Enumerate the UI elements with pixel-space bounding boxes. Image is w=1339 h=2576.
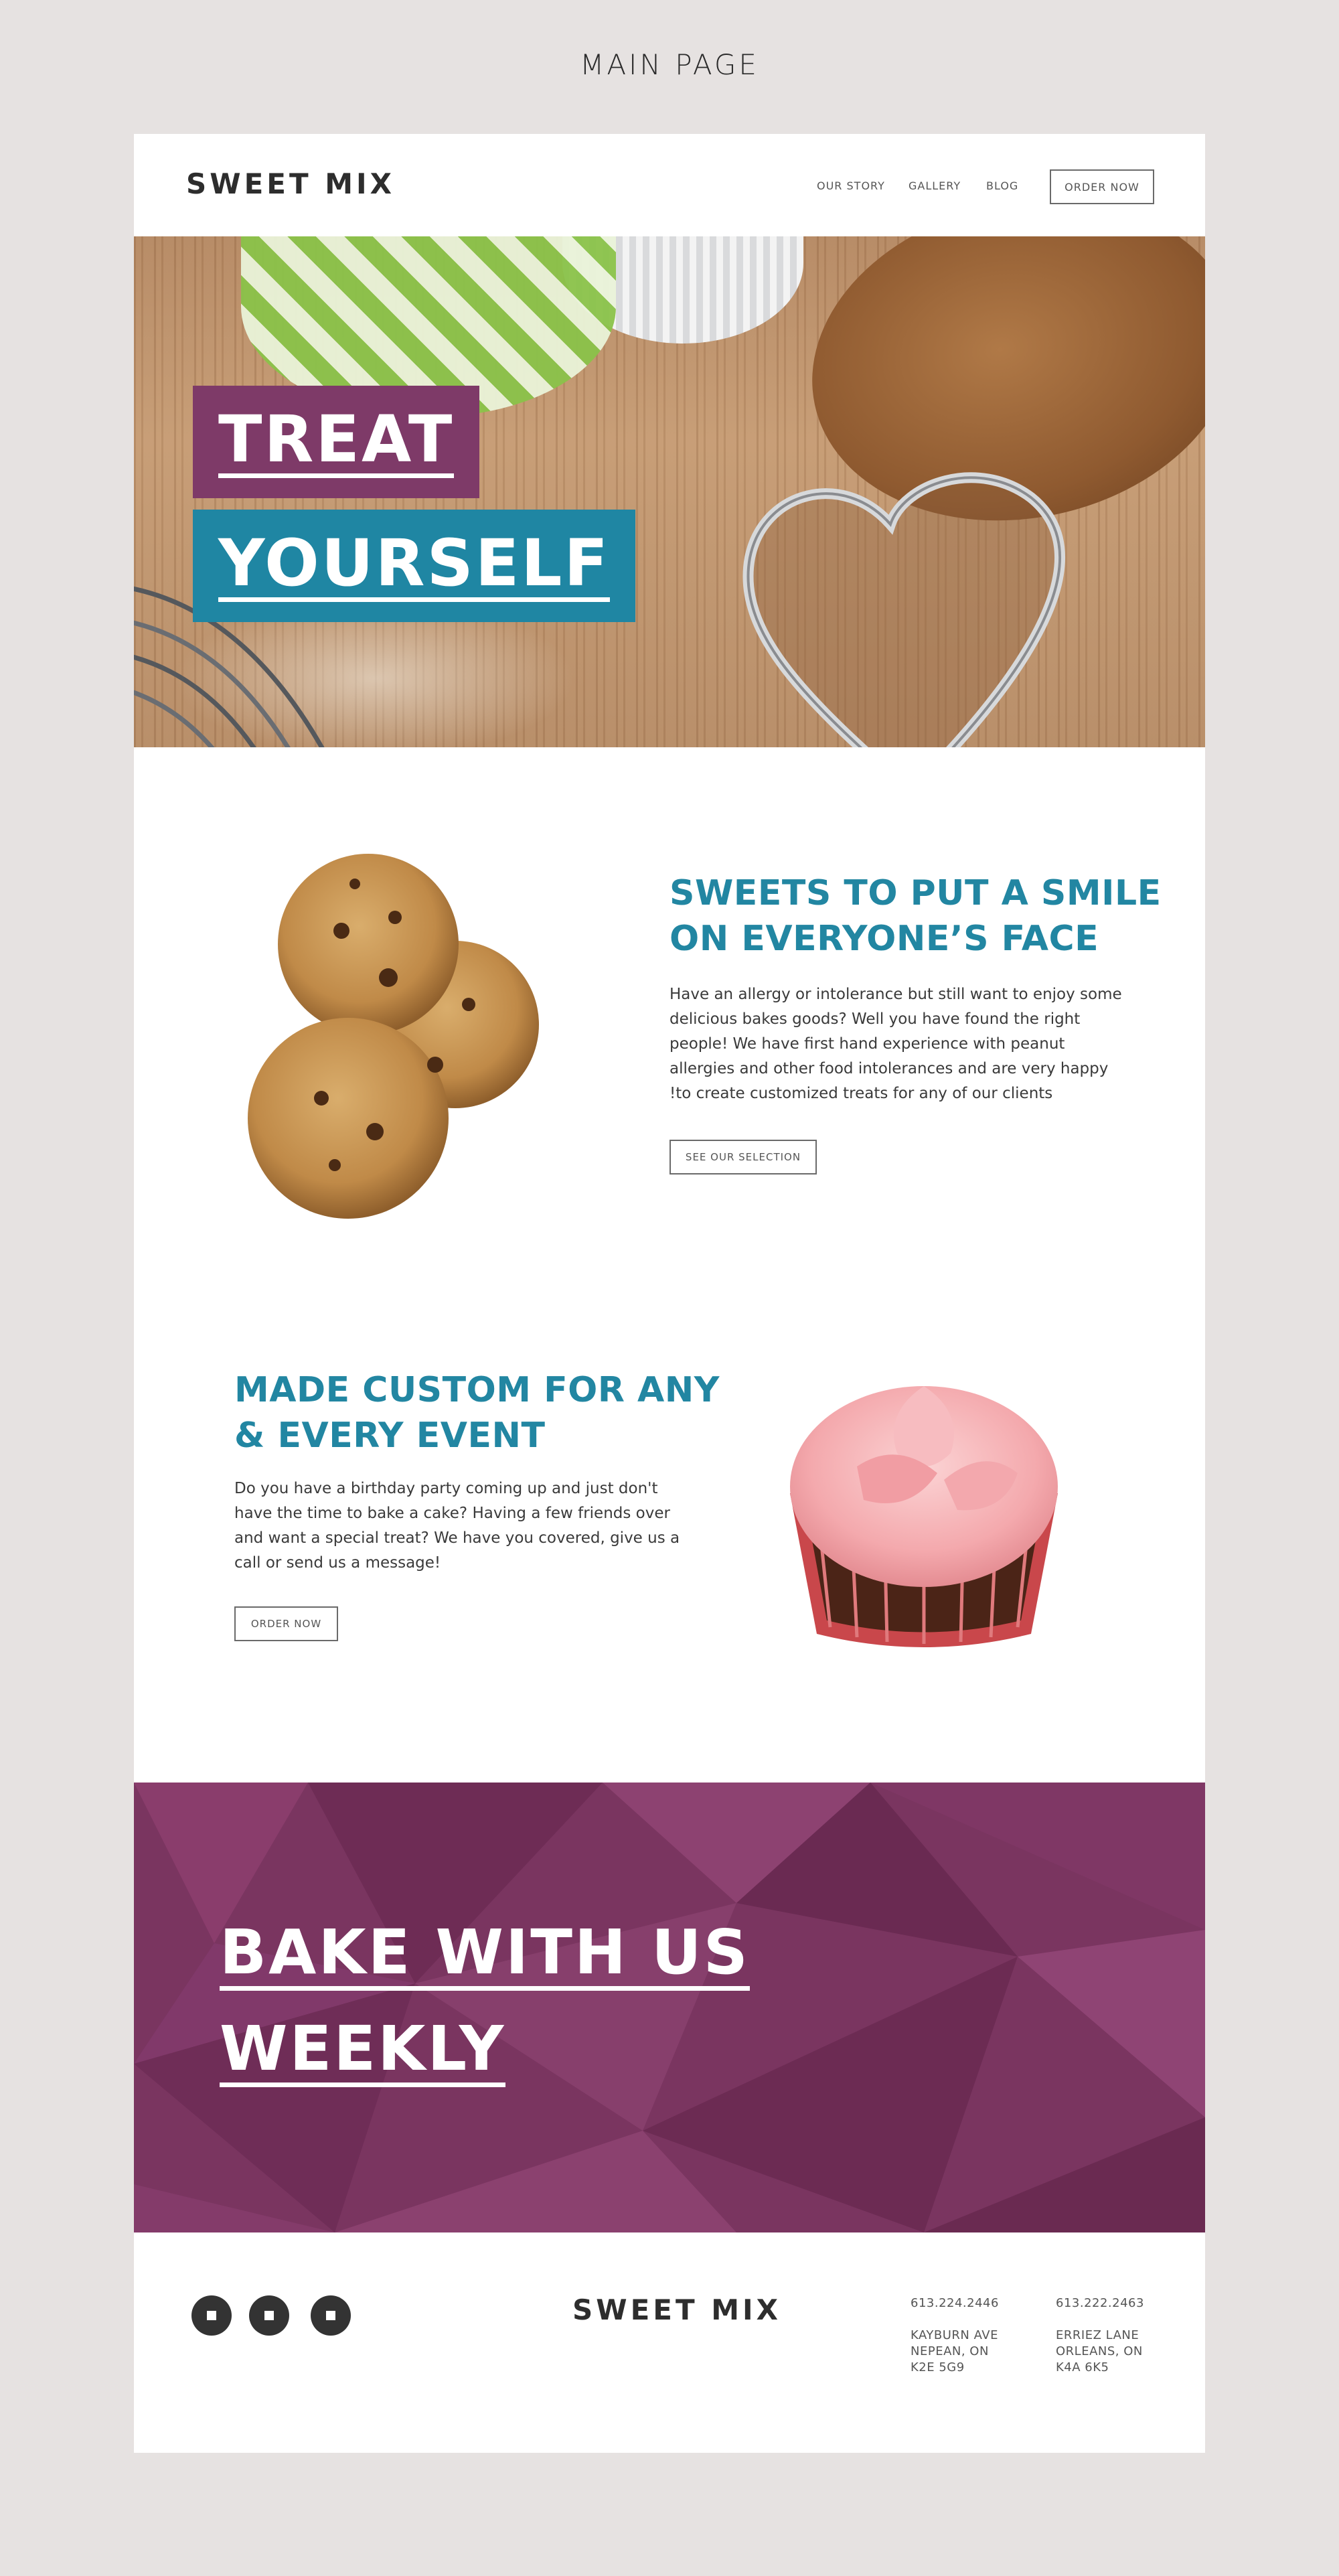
location-phone[interactable]: 613.222.2463 xyxy=(1056,2295,1144,2312)
site-header: SWEET MIX OUR STORY GALLERY BLOG ORDER N… xyxy=(134,134,1205,236)
see-our-selection-button[interactable]: SEE OUR SELECTION xyxy=(670,1140,817,1175)
heart-cutter-graphic xyxy=(742,472,1065,747)
custom-body-line: call or send us a message! xyxy=(234,1554,441,1572)
header-logo[interactable]: SWEET MIX xyxy=(186,167,395,200)
social-square-icon xyxy=(207,2311,216,2320)
social-square-icon xyxy=(326,2311,335,2320)
page-label: MAIN PAGE xyxy=(580,48,759,81)
banner-line-2: WEEKLY xyxy=(220,2015,506,2088)
sweets-body: Have an allergy or intolerance but still… xyxy=(670,982,1122,1106)
custom-body: Do you have a birthday party coming up a… xyxy=(234,1476,680,1576)
sweets-heading-line-2: ON EVERYONE’S FACE xyxy=(670,919,1099,959)
cupcake-image xyxy=(790,1386,1058,1647)
location-street: KAYBURN AVE xyxy=(911,2328,998,2342)
sweets-body-line: delicious bakes goods? Well you have fou… xyxy=(670,1010,1081,1028)
custom-order-now-button[interactable]: ORDER NOW xyxy=(234,1606,338,1641)
custom-body-line: Do you have a birthday party coming up a… xyxy=(234,1480,658,1497)
sweets-heading: SWEETS TO PUT A SMILE ON EVERYONE’S FACE xyxy=(670,870,1162,962)
hero-line-2: YOURSELF xyxy=(218,526,611,602)
nav-blog[interactable]: BLOG xyxy=(986,179,1018,192)
location-phone[interactable]: 613.224.2446 xyxy=(911,2295,999,2312)
cookies-image xyxy=(248,854,539,1219)
location-city: NEPEAN, ON xyxy=(911,2344,989,2358)
custom-body-line: and want a special treat? We have you co… xyxy=(234,1529,680,1547)
sweets-body-line: !to create customized treats for any of … xyxy=(670,1085,1053,1102)
hero-banner: TREAT YOURSELF xyxy=(134,236,1205,747)
location-1: 613.224.2446 KAYBURN AVE NEPEAN, ON K2E … xyxy=(911,2295,999,2376)
geometric-pattern xyxy=(134,1783,1205,2232)
sweets-heading-line-1: SWEETS TO PUT A SMILE xyxy=(670,873,1162,913)
social-icon-1[interactable] xyxy=(191,2295,232,2336)
sweets-body-line: allergies and other food intolerances an… xyxy=(670,1060,1109,1077)
hero-line-1: TREAT xyxy=(218,402,455,478)
custom-heading-line-2: & EVERY EVENT xyxy=(234,1416,546,1456)
order-now-button[interactable]: ORDER NOW xyxy=(1050,169,1154,204)
custom-heading: MADE CUSTOM FOR ANY & EVERY EVENT xyxy=(234,1367,720,1458)
location-postal: K2E 5G9 xyxy=(911,2360,965,2374)
footer-logo[interactable]: SWEET MIX xyxy=(572,2293,781,2326)
social-icon-3[interactable] xyxy=(311,2295,351,2336)
custom-body-line: have the time to bake a cake? Having a f… xyxy=(234,1505,670,1522)
sweets-body-line: Have an allergy or intolerance but still… xyxy=(670,986,1122,1003)
location-city: ORLEANS, ON xyxy=(1056,2344,1143,2358)
sweets-body-line: people! We have first hand experience wi… xyxy=(670,1035,1065,1053)
location-postal: K4A 6K5 xyxy=(1056,2360,1109,2374)
nav-gallery[interactable]: GALLERY xyxy=(909,179,961,192)
nav-our-story[interactable]: OUR STORY xyxy=(817,179,885,192)
location-street: ERRIEZ LANE xyxy=(1056,2328,1139,2342)
banner-line-1: BAKE WITH US xyxy=(220,1918,750,1991)
bake-with-us-banner: BAKE WITH US WEEKLY xyxy=(134,1783,1205,2232)
custom-heading-line-1: MADE CUSTOM FOR ANY xyxy=(234,1370,720,1410)
hero-tag-treat: TREAT xyxy=(193,386,480,498)
site-frame: SWEET MIX OUR STORY GALLERY BLOG ORDER N… xyxy=(134,134,1205,2453)
social-square-icon xyxy=(264,2311,274,2320)
location-2: 613.222.2463 ERRIEZ LANE ORLEANS, ON K4A… xyxy=(1056,2295,1144,2376)
hero-tag-yourself: YOURSELF xyxy=(193,510,636,622)
social-icon-2[interactable] xyxy=(249,2295,289,2336)
